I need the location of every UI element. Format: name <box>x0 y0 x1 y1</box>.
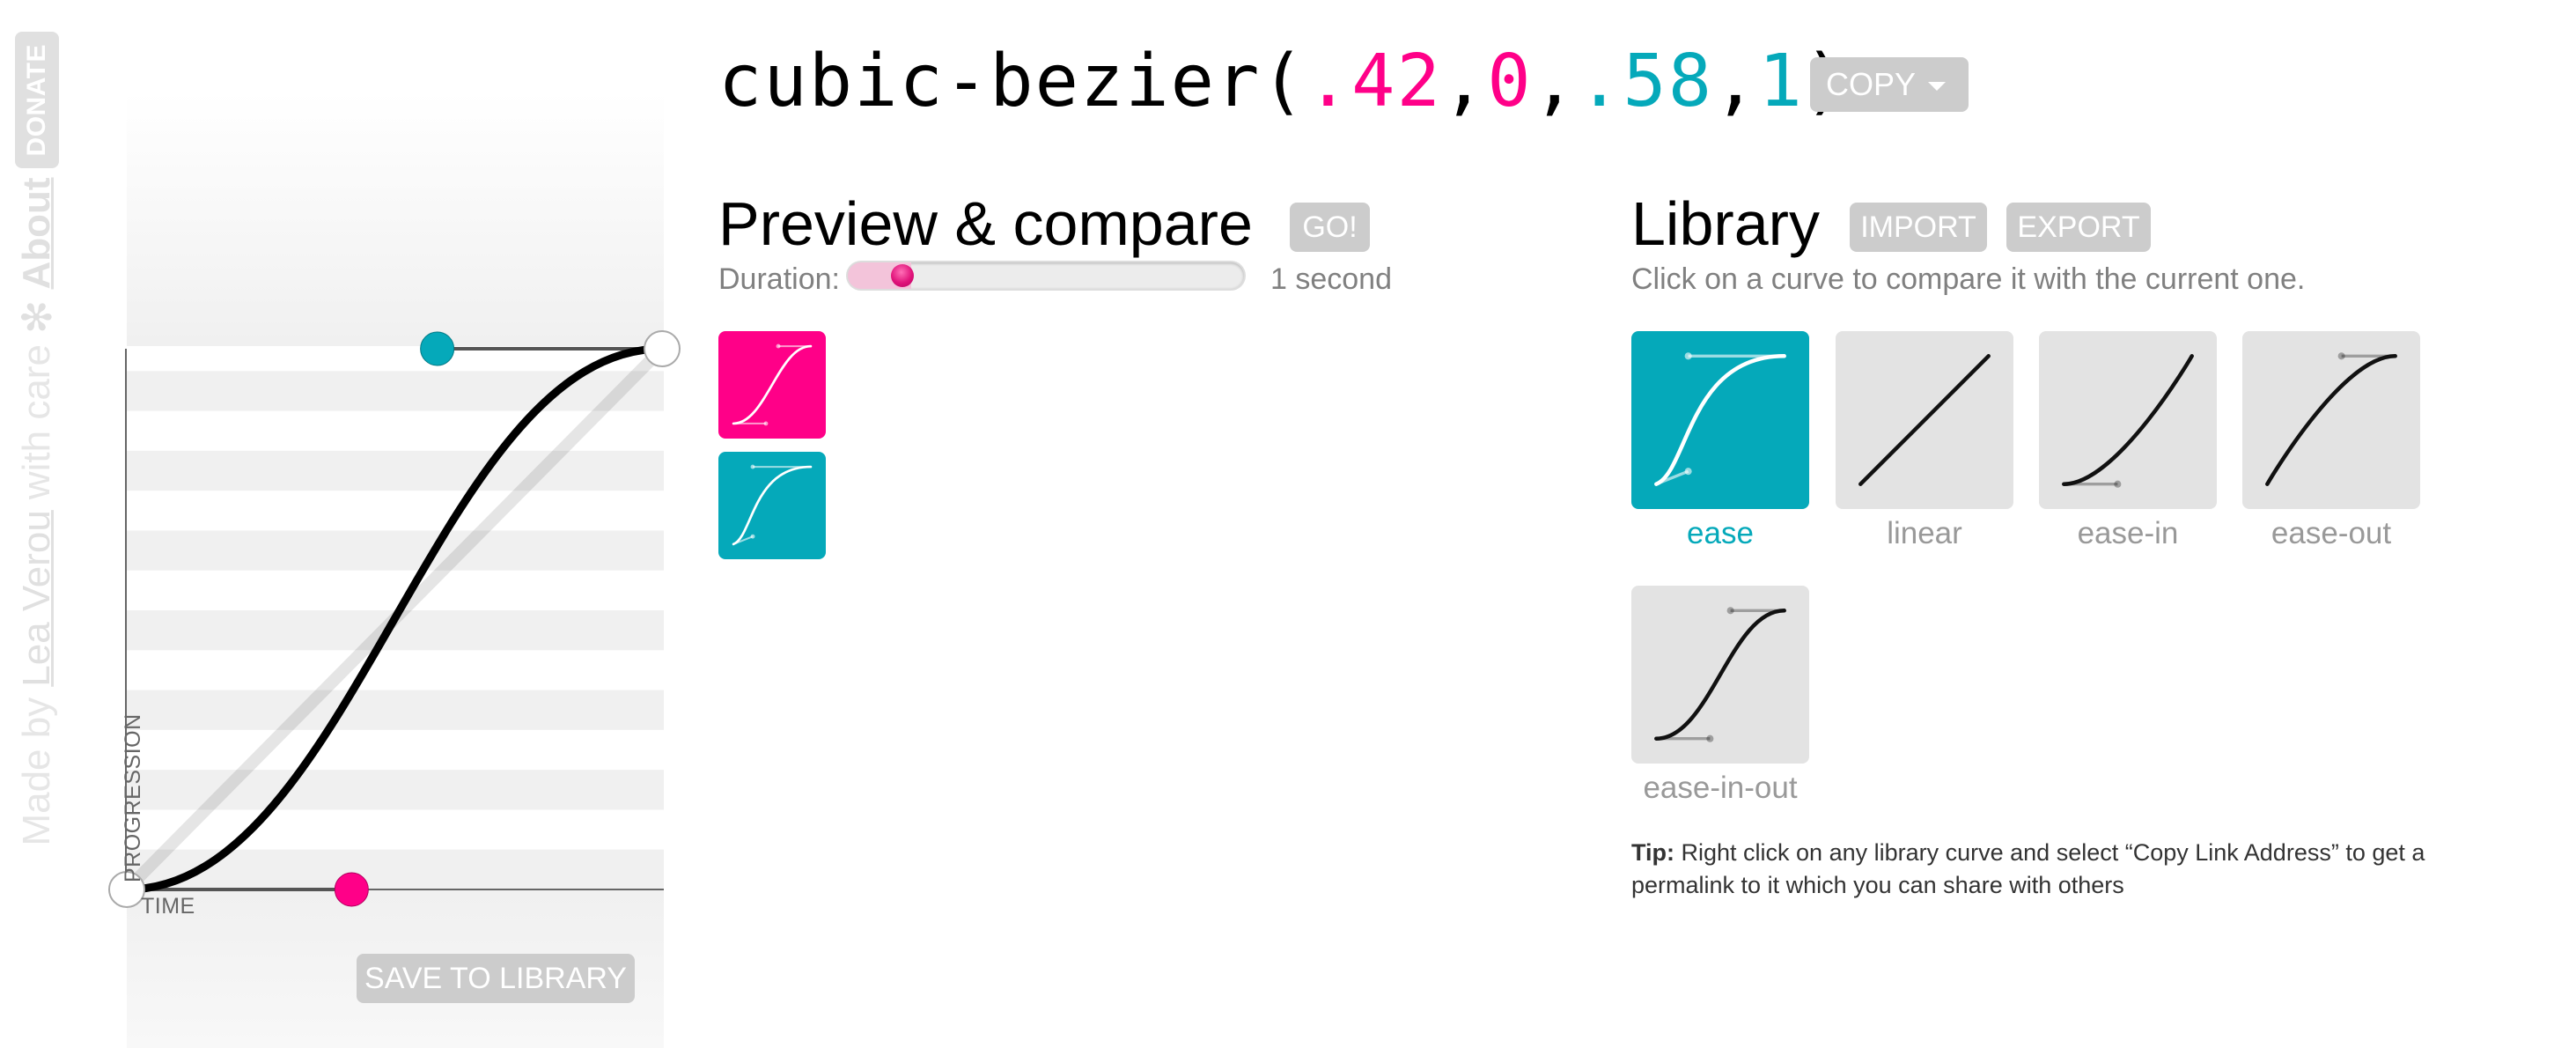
preview-curve-icon <box>732 464 813 546</box>
grid-stripe <box>127 450 664 491</box>
mini-curve <box>2265 354 2397 486</box>
library-item-ease[interactable]: ease <box>1631 331 1809 551</box>
with-care-text: with care <box>15 344 58 500</box>
tip-text: Right click on any library curve and sel… <box>1631 839 2425 898</box>
preview-title: Preview & compare <box>718 189 1253 258</box>
mini-handle-point <box>1684 352 1692 360</box>
mini-handle-point <box>1684 468 1692 476</box>
copy-button[interactable]: COPY <box>1810 57 1969 112</box>
made-by-text: Made by <box>15 697 58 846</box>
library-item-label: ease-out <box>2271 516 2392 550</box>
axis-time-label: TIME <box>141 894 195 919</box>
library-curve-icon <box>1654 607 1786 742</box>
mini-curve <box>1654 354 1786 486</box>
duration-slider-thumb[interactable] <box>891 264 915 287</box>
mini-curve <box>732 465 813 546</box>
duration-value-text: 1 second <box>1270 262 1392 296</box>
bezier-code-title: cubic-bezier(.42,0,.58,1) <box>718 33 1849 130</box>
mini-handle-point <box>776 343 781 349</box>
axis-progression-label: PROGRESSION <box>121 713 145 882</box>
mini-handle-point <box>2337 352 2345 360</box>
donate-button[interactable]: DONATE <box>15 32 59 169</box>
flower-icon: ✻ <box>14 299 60 335</box>
library-thumbnail[interactable] <box>2242 331 2420 509</box>
library-item-ease-in[interactable]: ease-in <box>2039 331 2217 551</box>
library-thumbnail[interactable] <box>1631 586 1809 764</box>
mini-handle-point <box>1726 607 1734 615</box>
open-paren: ( <box>1261 40 1306 123</box>
preview-tile-compare[interactable] <box>718 452 826 559</box>
separator: , <box>1713 40 1759 123</box>
export-button[interactable]: EXPORT <box>2006 203 2151 252</box>
function-name: cubic-bezier <box>718 40 1262 123</box>
library-subtitle: Click on a curve to compare it with the … <box>1631 262 2306 296</box>
duration-slider[interactable] <box>848 262 1244 289</box>
caret-down-icon <box>1928 82 1947 92</box>
duration-label: Duration: <box>718 262 840 296</box>
sidebar-credits: DONATE Made by Lea Verou with care ✻ Abo… <box>13 32 61 851</box>
preview-tile-current[interactable] <box>718 331 826 439</box>
p1-control-handle[interactable] <box>334 872 369 907</box>
about-link[interactable]: About <box>15 177 59 289</box>
tip-label: Tip: <box>1631 839 1674 866</box>
library-curve-icon <box>1858 354 1991 486</box>
end-point <box>644 330 681 367</box>
library-thumbnail[interactable] <box>2039 331 2217 509</box>
library-item-label: ease <box>1687 516 1754 550</box>
library-thumbnail[interactable] <box>1631 331 1809 509</box>
p2y-value[interactable]: 1 <box>1759 40 1804 123</box>
library-item-ease-out[interactable]: ease-out <box>2242 331 2420 551</box>
p2-control-handle[interactable] <box>420 331 455 366</box>
library-item-label: ease-in <box>2077 516 2179 550</box>
bezier-curve-plot[interactable] <box>88 308 704 925</box>
library-item-ease-in-out[interactable]: ease-in-out <box>1631 586 1809 806</box>
preview-curve-icon <box>732 343 813 426</box>
library-item-label: linear <box>1887 516 1962 550</box>
library-tip: Tip: Right click on any library curve an… <box>1631 837 2477 902</box>
save-to-library-button[interactable]: SAVE TO LIBRARY <box>357 954 635 1003</box>
p2x-value[interactable]: .58 <box>1578 40 1713 123</box>
mini-handle-point <box>750 534 755 539</box>
library-thumbnail[interactable] <box>1836 331 2013 509</box>
go-button[interactable]: GO! <box>1290 203 1370 252</box>
grid-stripe <box>127 690 664 730</box>
library-item-label: ease-in-out <box>1643 771 1798 805</box>
copy-label: COPY <box>1826 66 1917 102</box>
mini-handle-point <box>763 421 769 426</box>
mini-curve <box>732 344 813 425</box>
grid-stripe <box>127 530 664 571</box>
mini-curve <box>1858 354 1991 486</box>
separator: , <box>1441 40 1488 123</box>
mini-handle-point <box>1706 734 1714 742</box>
grid-stripe <box>127 371 664 411</box>
mini-curve <box>2062 354 2194 486</box>
mini-handle-point <box>2114 480 2122 488</box>
p1y-value[interactable]: 0 <box>1487 40 1532 123</box>
import-button[interactable]: IMPORT <box>1850 203 1987 252</box>
mini-curve <box>1654 609 1786 741</box>
library-title: Library <box>1631 189 1820 258</box>
credits-text: Made by Lea Verou with care ✻ About <box>13 177 61 845</box>
library-curve-icon <box>1654 352 1786 486</box>
separator: , <box>1532 40 1579 123</box>
author-link[interactable]: Lea Verou <box>15 510 59 687</box>
library-curve-icon <box>2062 354 2194 488</box>
library-curve-icon <box>2265 352 2397 486</box>
p1x-value[interactable]: .42 <box>1306 40 1442 123</box>
library-item-linear[interactable]: linear <box>1836 331 2013 551</box>
mini-handle-point <box>750 464 755 469</box>
grid-stripe <box>127 849 664 889</box>
